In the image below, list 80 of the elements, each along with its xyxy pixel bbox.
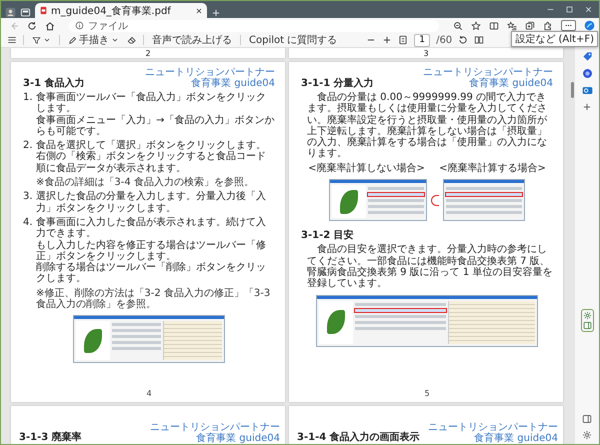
fit-page-icon[interactable] [398, 35, 408, 45]
split-screen-icon[interactable] [489, 20, 499, 30]
section-heading: 3-1-1 分量入力 [301, 78, 374, 89]
instruction-text: もし入力した内容を修正する場合はツールバー「修正」ボタンをクリックします。 [36, 240, 267, 262]
panel-icon[interactable] [582, 321, 592, 330]
page-number: 5 [423, 388, 431, 398]
add-icon[interactable] [582, 102, 592, 112]
header-text: 食育事業 guide04 [196, 433, 280, 444]
body-paragraph: 食品の分量は 0.00～9999999.99 の間で入力できます。摂取量もしくは使用量に分量を入力してください。廃棄率設定を行うと摂取量・使用量の入力箇所が上下逆転します。廃棄計算をしない場合は「摂取量」の入力、廃棄計算をする場合は「使用量」の入力になります。 [306, 92, 548, 160]
instruction-text: 選択した食品の分量を入力します。分量入力後「入力」ボタンをクリックします。 [36, 191, 267, 214]
copilot-ask-button[interactable]: Copilot に質問する [247, 34, 340, 46]
instruction-text: 食事画面ツールバー「食品入力」ボタンをクリックします。 [36, 92, 267, 114]
gear-icon[interactable] [582, 311, 592, 320]
header-text: ニュートリションパートナー [428, 422, 558, 433]
section-heading: 3-1-2 目安 [301, 230, 355, 242]
orb-icon[interactable] [582, 68, 592, 79]
note-text: ※食品の詳細は「3-4 食品入力の検索」を参照。 [35, 177, 255, 188]
favorite-star-icon[interactable] [471, 20, 481, 30]
instruction-text: 食事画面に入力した食品が表示されます。続けて入力できます。 [36, 216, 267, 240]
contents-icon[interactable] [7, 35, 17, 45]
close-icon[interactable] [195, 6, 203, 14]
profile-icon[interactable] [5, 7, 16, 18]
copilot-icon[interactable] [584, 20, 595, 31]
settings-icon[interactable] [582, 430, 592, 440]
refresh-icon[interactable] [27, 20, 37, 30]
tag-icon[interactable] [582, 51, 592, 62]
list-number: 2. [23, 140, 34, 152]
header-text: ニュートリションパートナー [423, 67, 553, 78]
header-text: ニュートリションパートナー [145, 67, 275, 78]
scrollbar-thumb[interactable] [570, 82, 574, 98]
home-icon[interactable] [45, 20, 55, 30]
page-number-field[interactable]: 1 [414, 34, 430, 46]
zoom-icon[interactable] [453, 20, 463, 30]
instruction-text: 右側の「検索」ボタンをクリックすると食品コード順に食品データが表示されます。 [36, 151, 267, 174]
rotate-icon[interactable] [458, 35, 468, 45]
instruction-text: 削除する場合はツールバー「削除」ボタンをクリックします。 [36, 262, 267, 285]
section-heading: 3-1-3 廃棄率 [19, 430, 82, 444]
caret-icon [43, 36, 51, 44]
workspaces-icon[interactable] [20, 7, 31, 18]
draw-button[interactable]: 手描き [66, 34, 121, 46]
page-number: 4 [145, 388, 153, 398]
header-text: 食育事業 guide04 [469, 78, 553, 89]
tooltip: 設定など (Alt+F) [511, 31, 598, 47]
page-count: /60 [436, 34, 452, 46]
page-number: 3 [423, 49, 429, 58]
body-paragraph: 食品の目安を選択できます。分量入力時の参考にしてください。一部食品には機能時食品交換表第 7 版、腎臓病食品交換表第 9 版に沿って 1 単位の目安容量を登録しています。 [306, 244, 553, 290]
pdf-file-icon [39, 6, 48, 15]
info-icon [75, 21, 84, 30]
collections-icon[interactable] [525, 20, 535, 30]
maximize-icon[interactable] [565, 5, 574, 14]
pen-icon [68, 36, 77, 44]
favorites-icon[interactable] [507, 20, 517, 30]
address-text: ファイル [88, 20, 128, 32]
sidebar-panel-icon[interactable] [582, 414, 592, 424]
address-field[interactable]: ファイル [69, 20, 439, 32]
zoom-in-icon[interactable] [382, 35, 392, 45]
list-number: 1. [23, 92, 34, 105]
eraser-icon[interactable] [127, 35, 137, 45]
instruction-text: 食品を選択して「選択」ボタンをクリックします。 [36, 140, 267, 152]
more-button[interactable] [561, 20, 576, 31]
extensions-icon[interactable] [543, 20, 553, 30]
image-caption: <廃棄率計算しない場合> [308, 162, 425, 174]
sidebar-tool-group[interactable] [580, 309, 594, 332]
image-caption: <廃棄率計算する場合> [439, 162, 546, 174]
page-number: 2 [145, 49, 151, 58]
header-text: 食育事業 guide04 [191, 78, 275, 89]
instruction-text: 食事画面メニュー「入力」→「食品の入力」ボタンからも可能です。 [36, 114, 275, 138]
mail-icon[interactable] [582, 85, 592, 96]
read-aloud-button[interactable]: 音声で読み上げる [150, 34, 234, 46]
header-text: ニュートリションパートナー [150, 422, 280, 433]
caret-icon [111, 36, 119, 44]
two-page-view-icon[interactable] [474, 35, 484, 45]
browser-tab[interactable]: m_guide04_食育事業.pdf [35, 3, 207, 18]
note-text: ※修正、削除の方法は「3-2 食品入力の修正」「3-3 食品入力の削除」を参照。 [35, 288, 272, 310]
list-number: 4. [23, 216, 34, 230]
list-number: 3. [23, 191, 34, 204]
section-heading: 3-1-4 食品入力の画面表示 [297, 430, 420, 444]
section-heading: 3-1 食品入力 [23, 78, 85, 89]
new-tab-icon[interactable] [211, 8, 221, 18]
header-text: 食育事業 guide04 [474, 433, 558, 444]
